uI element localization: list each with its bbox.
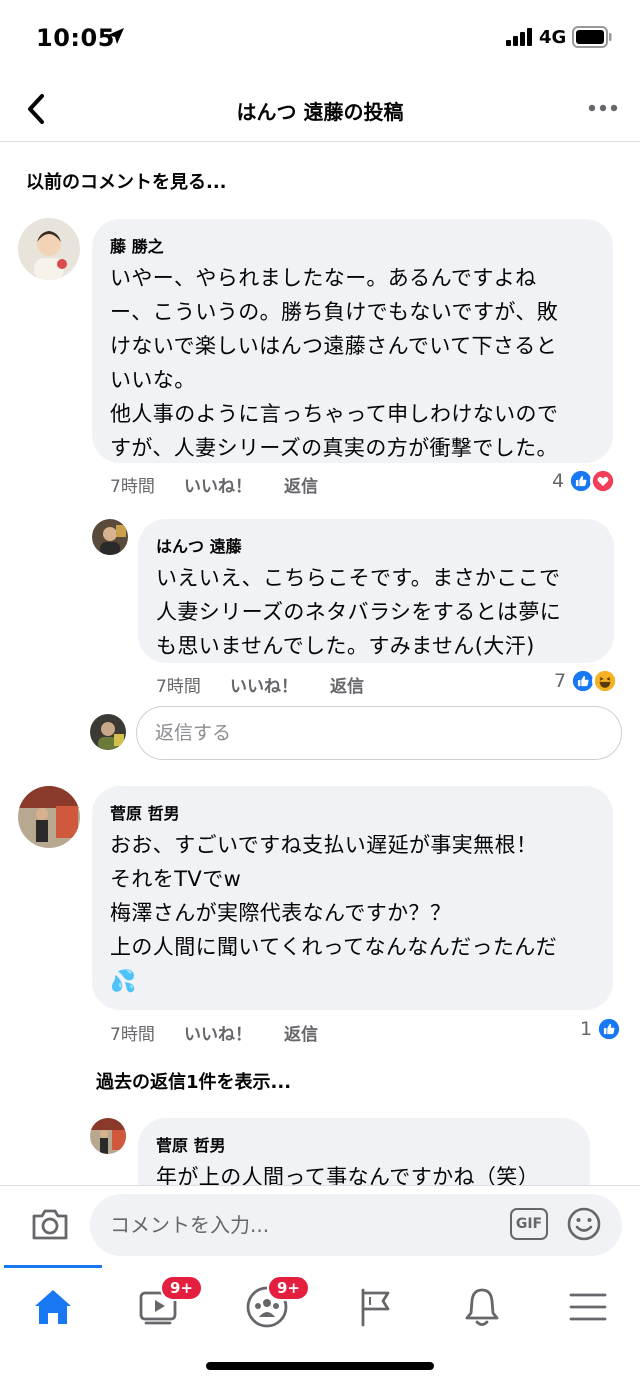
comment-text: おお、すごいですね支払い遅延が事実無根！ それをTVでw 梅澤さんが実際代表なん… [110,828,595,998]
reaction-count: 4 [552,470,565,492]
comment-bubble: はんつ 遠藤 いえいえ、こちらこそです。まさかここで 人妻シリーズのネタバラシを… [138,519,614,663]
like-button[interactable]: いいね！ [184,1020,284,1045]
active-tab-indicator [4,1265,102,1268]
gif-button[interactable]: GIF [510,1208,548,1240]
camera-icon[interactable] [30,1206,70,1242]
comment-author[interactable]: はんつ 遠藤 [156,533,596,557]
menu-icon[interactable] [566,1285,610,1329]
notification-badge: 9+ [267,1275,311,1301]
comment-time: 7時間 [156,677,201,697]
pages-flag-icon[interactable] [354,1285,398,1329]
comment-line: 上の人間に聞いてくれってなんなんだったんだ [110,935,558,959]
watch-tab[interactable]: 9+ [138,1275,204,1329]
reaction-summary[interactable]: 7 [554,668,619,694]
comment-line: おお、すごいですね支払い遅延が事実無根！ [110,833,538,857]
comment-line: も思いませんでした。すみません(大汗) [156,634,535,658]
comment-line: 他人事のように言っちゃって申しわけないので [110,402,559,426]
avatar[interactable] [92,519,128,555]
like-button[interactable]: いいね！ [230,672,330,697]
comment-bubble: 菅原 哲男 おお、すごいですね支払い遅延が事実無根！ それをTVでw 梅澤さんが… [92,786,613,1010]
like-button[interactable]: いいね！ [184,472,284,497]
groups-tab[interactable]: 9+ [245,1275,311,1329]
comment-time: 7時間 [110,1025,155,1045]
comment-author[interactable]: 菅原 哲男 [156,1132,572,1156]
avatar [90,714,126,750]
comment-composer: コメントを入力... GIF [0,1185,640,1265]
love-reaction-icon [590,468,617,494]
comment-line: 人妻シリーズのネタバラシをするとは夢に [156,600,562,624]
battery-icon [572,26,612,48]
notification-badge: 9+ [160,1275,204,1301]
comment-line: それをTVでw [110,867,242,891]
status-time: 10:05 [36,24,115,52]
comment-line: いやー、やられましたなー。あるんですよね [110,266,537,290]
comment-line: いいな。 [110,368,196,392]
reaction-count: 1 [580,1018,593,1040]
location-arrow-icon [108,28,124,44]
reply-input[interactable]: 返信する [136,706,622,760]
comment-actions: 7時間 いいね！ 返信 [110,472,318,497]
network-type: 4G [539,27,567,48]
reaction-summary[interactable]: 1 [580,1016,623,1042]
comment-actions: 7時間 いいね！ 返信 [156,672,364,697]
home-tab-icon[interactable] [31,1285,75,1329]
status-bar: 10:05 4G [0,0,640,78]
comment-actions: 7時間 いいね！ 返信 [110,1020,318,1045]
reply-button[interactable]: 返信 [330,672,364,697]
haha-reaction-icon [592,668,619,694]
home-indicator [206,1362,434,1370]
comment-time: 7時間 [110,477,155,497]
comment-line: いえいえ、こちらこそです。まさかここで [156,566,561,590]
comment-line: すが、人妻シリーズの真実の方が衝撃でした。 [110,436,558,460]
emoji-icon[interactable] [566,1206,602,1242]
comment-line: 梅澤さんが実際代表なんですか？？ [110,901,452,925]
reply-button[interactable]: 返信 [284,472,318,497]
avatar[interactable] [18,786,80,848]
like-reaction-icon [596,1016,623,1042]
comment-line: ー、こういうの。勝ち負けでもないですが、敗 [110,300,559,324]
notifications-bell-icon[interactable] [460,1285,504,1329]
view-previous-comments-link[interactable]: 以前のコメントを見る... [26,168,227,194]
comment-bubble: 藤 勝之 いやー、やられましたなー。あるんですよね ー、こういうの。勝ち負けでも… [92,219,613,463]
reply-button[interactable]: 返信 [284,1020,318,1045]
more-options-icon[interactable] [586,98,620,118]
view-previous-replies-link[interactable]: 過去の返信1件を表示... [96,1068,291,1094]
reaction-summary[interactable]: 4 [552,468,617,494]
comment-author[interactable]: 菅原 哲男 [110,800,595,824]
avatar[interactable] [18,218,80,280]
comment-author[interactable]: 藤 勝之 [110,233,595,257]
sweat-drops-emoji: 💦 [110,969,137,993]
comment-text: いえいえ、こちらこそです。まさかここで 人妻シリーズのネタバラシをするとは夢に … [156,561,596,663]
comment-line: けないで楽しいはんつ遠藤さんでいて下さると [110,334,558,358]
signal-icon [506,28,532,46]
avatar[interactable] [90,1118,126,1154]
reaction-count: 7 [554,670,567,692]
comment-text: いやー、やられましたなー。あるんですよね ー、こういうの。勝ち負けでもないですが… [110,261,595,465]
page-title: はんつ 遠藤の投稿 [236,100,404,124]
post-header: はんつ 遠藤の投稿 [0,78,640,142]
